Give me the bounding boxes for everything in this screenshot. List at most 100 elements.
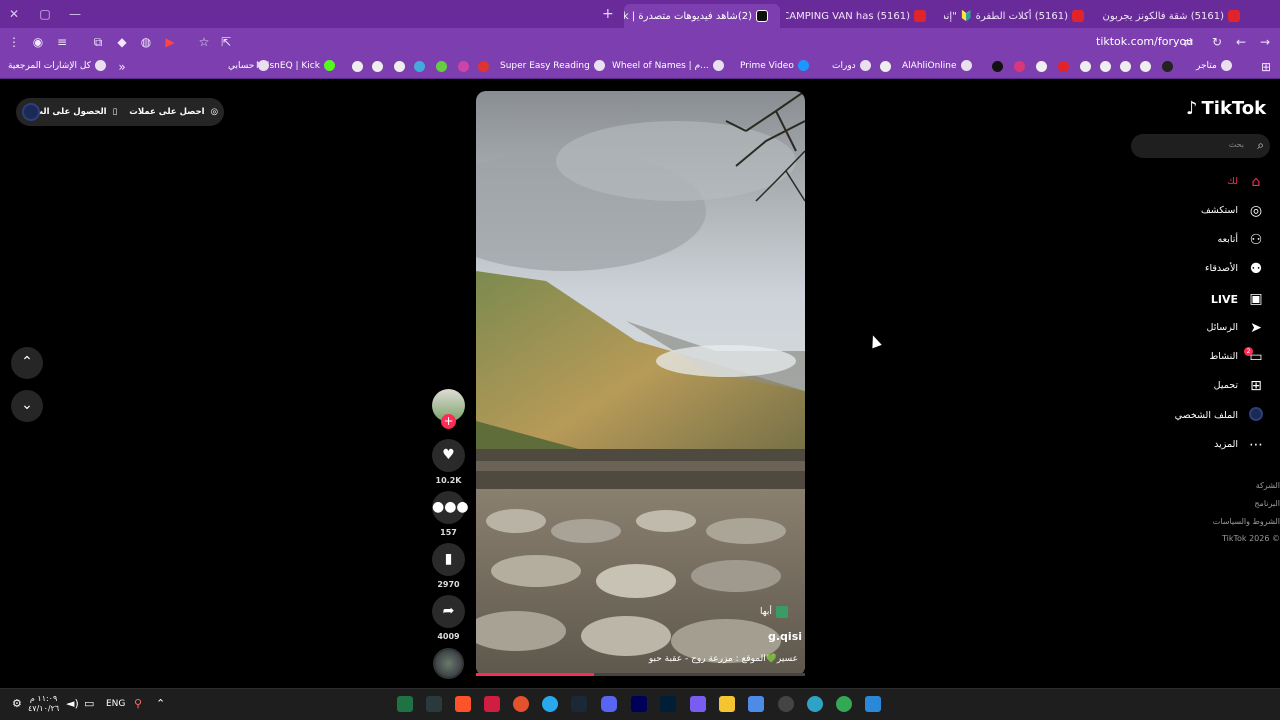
get-coins-link[interactable]: احصل على عملات	[129, 107, 204, 117]
volume-icon[interactable]: ◄)	[66, 697, 79, 710]
previous-video-button[interactable]: ⌃	[11, 347, 43, 379]
bookmark-icon[interactable]	[880, 61, 891, 72]
restore-window-icon[interactable]: ▢	[37, 6, 53, 22]
bookmark-item[interactable]: كل الإشارات المرجعية	[8, 60, 106, 71]
footer-link[interactable]: الشركة	[1256, 481, 1280, 490]
new-tab-button[interactable]: +	[602, 6, 614, 22]
bookmark-icon[interactable]	[352, 61, 363, 72]
youtube-icon[interactable]: ▶	[162, 34, 178, 50]
bookmark-item[interactable]: متاجر	[1196, 60, 1232, 71]
file-explorer-icon[interactable]	[719, 696, 735, 712]
bookmark-icon[interactable]	[1162, 61, 1173, 72]
messages-icon[interactable]: ➤	[1247, 319, 1265, 337]
following-icon[interactable]: ⚇	[1247, 231, 1265, 249]
share-button[interactable]: ➦	[432, 595, 465, 628]
steam-icon[interactable]	[571, 696, 587, 712]
bookmark-icon[interactable]	[436, 61, 447, 72]
close-window-icon[interactable]: ✕	[6, 6, 22, 22]
windows-start-icon[interactable]	[865, 696, 881, 712]
app-icon[interactable]	[778, 696, 794, 712]
bookmark-icon[interactable]	[1120, 61, 1131, 72]
network-icon[interactable]: ▭	[84, 697, 94, 710]
apps-icon[interactable]: ⊞	[1258, 59, 1274, 75]
bookmark-button[interactable]: ▮	[432, 543, 465, 576]
compass-icon[interactable]: ◎	[1247, 202, 1265, 220]
forward-icon[interactable]: ←	[1233, 34, 1249, 50]
nav-item-messages[interactable]: الرسائل	[1207, 322, 1238, 333]
upload-icon[interactable]: ⊞	[1247, 377, 1265, 395]
home-icon[interactable]: ⌂	[1247, 173, 1265, 191]
more-icon[interactable]: ⋯	[1247, 436, 1265, 454]
bookmark-item[interactable]: Prime Video	[740, 60, 809, 71]
comment-button[interactable]: ●●●	[432, 491, 469, 524]
discord-icon[interactable]	[601, 696, 617, 712]
footer-link[interactable]: الشروط والسياسات	[1213, 517, 1280, 526]
puzzle-icon[interactable]: ⧉	[90, 34, 106, 50]
next-video-button[interactable]: ⌄	[11, 390, 43, 422]
instagram-icon[interactable]	[1014, 61, 1025, 72]
star-icon[interactable]: ☆	[196, 34, 212, 50]
photoshop-icon[interactable]	[660, 696, 676, 712]
profile-avatar[interactable]	[1249, 407, 1263, 421]
acrobat-icon[interactable]	[484, 696, 500, 712]
store-icon[interactable]	[748, 696, 764, 712]
live-icon[interactable]: ▣	[1247, 290, 1265, 308]
extension-icon[interactable]: ◉	[30, 34, 46, 50]
menu-icon[interactable]: ⋮	[6, 34, 22, 50]
bookmark-icon[interactable]	[458, 61, 469, 72]
bookmark-item[interactable]: دورات	[832, 60, 871, 71]
bookmark-icon[interactable]	[1080, 61, 1091, 72]
reload-icon[interactable]: ↻	[1209, 34, 1225, 50]
video-progress-bar[interactable]	[476, 673, 805, 676]
nav-item-home[interactable]: لك	[1227, 176, 1238, 187]
bookmark-icon[interactable]	[414, 61, 425, 72]
browser-tab[interactable]: (5161) أكلات الطفرة 🔰 "إندومي ✕	[944, 4, 1096, 28]
app-icon[interactable]	[513, 696, 529, 712]
nav-item-friends[interactable]: الأصدقاء	[1205, 263, 1238, 274]
premiere-icon[interactable]	[631, 696, 647, 712]
bookmark-item[interactable]: حسابي	[228, 60, 270, 71]
terminal-icon[interactable]	[426, 696, 442, 712]
extension-icon[interactable]: ◆	[114, 34, 130, 50]
clock[interactable]: ١١:٠٩ م ٤٧/١٠/٢٦	[28, 694, 59, 714]
browser-tab[interactable]: (5161) THIS CAMPING VAN has ✕	[786, 4, 938, 28]
address-bar[interactable]: tiktok.com/foryou	[1096, 35, 1193, 48]
share-icon[interactable]: ⇱	[218, 34, 234, 50]
nav-item-more[interactable]: المزيد	[1214, 439, 1238, 450]
avatar[interactable]	[22, 103, 40, 121]
chevron-up-icon[interactable]: ⌃	[156, 697, 165, 710]
video-username[interactable]: g.qisi	[768, 630, 802, 643]
bookmark-icon[interactable]	[1100, 61, 1111, 72]
chrome-icon[interactable]	[836, 696, 852, 712]
back-icon[interactable]: →	[1257, 34, 1273, 50]
like-button[interactable]: ♥	[432, 439, 465, 472]
bookmark-item[interactable]: Wheel of Names | م...	[612, 60, 724, 71]
language-indicator[interactable]: ENG	[106, 699, 125, 709]
nav-item-following[interactable]: أتابعه	[1218, 234, 1239, 245]
video-location[interactable]: أبها	[760, 606, 788, 618]
playlist-icon[interactable]: ≡	[54, 34, 70, 50]
telegram-icon[interactable]	[542, 696, 558, 712]
bookmark-icon[interactable]	[478, 61, 489, 72]
minimize-window-icon[interactable]: —	[67, 6, 83, 22]
bookmark-icon[interactable]	[1140, 61, 1151, 72]
video-player[interactable]	[476, 91, 805, 676]
settings-icon[interactable]: ⚙	[12, 697, 22, 710]
bookmark-icon[interactable]	[394, 61, 405, 72]
extension-icon[interactable]: ◍	[138, 34, 154, 50]
nav-item-profile[interactable]: الملف الشخصي	[1175, 410, 1238, 421]
excel-icon[interactable]	[397, 696, 413, 712]
nav-item-upload[interactable]: تحميل	[1214, 380, 1238, 391]
footer-link[interactable]: البرنامج	[1254, 499, 1280, 508]
nav-item-compass[interactable]: استكشف	[1201, 205, 1238, 216]
music-disc[interactable]	[433, 648, 464, 679]
search-input[interactable]: بحث ⌕	[1131, 134, 1270, 158]
nav-item-activity[interactable]: النشاط	[1209, 351, 1238, 362]
site-settings-icon[interactable]: ⇄	[1180, 34, 1196, 50]
app-icon[interactable]	[690, 696, 706, 712]
friends-icon[interactable]: ⚉	[1247, 260, 1265, 278]
chevron-double-icon[interactable]: »	[114, 59, 130, 75]
bookmark-icon[interactable]	[1036, 61, 1047, 72]
bookmark-item[interactable]: Super Easy Reading	[500, 60, 605, 71]
bookmark-icon[interactable]	[372, 61, 383, 72]
